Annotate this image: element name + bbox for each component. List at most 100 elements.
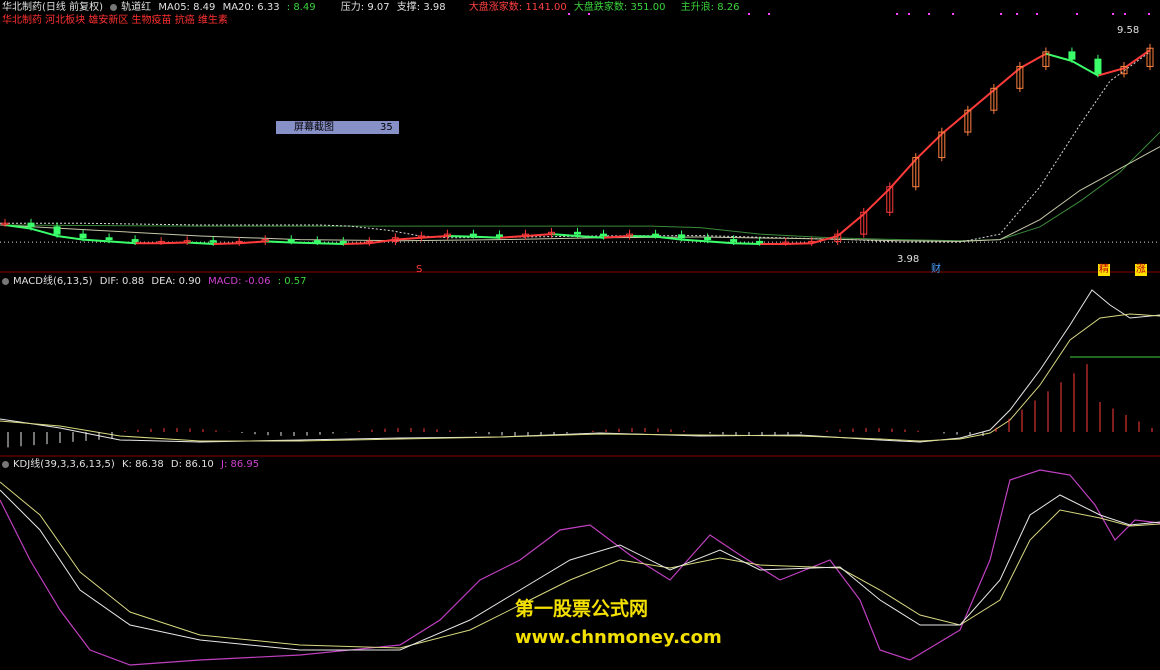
kdj-indicator-icon[interactable] <box>2 461 9 468</box>
ma05-segment <box>1045 52 1073 62</box>
ma05-segment <box>785 242 812 245</box>
low-price-label: 3.98 <box>897 254 920 265</box>
ma05-segment <box>265 240 292 244</box>
up-count-value: 大盘涨家数: 1141.00 <box>468 2 567 13</box>
ma20-value: MA20: 6.33 <box>222 2 280 13</box>
indicator-name[interactable]: 轨道红 <box>121 2 151 13</box>
ma05-segment <box>395 236 422 241</box>
candle-body <box>1094 58 1102 75</box>
ma05-value: MA05: 8.49 <box>158 2 216 13</box>
ma05-segment <box>551 233 578 237</box>
ma05-segment <box>447 234 474 238</box>
pressure-trail <box>0 51 1151 243</box>
ma05-segment <box>187 241 214 245</box>
top-marker <box>952 13 954 15</box>
macd-title[interactable]: MACD线(6,13,5) <box>13 276 93 287</box>
ma05-segment <box>317 242 344 245</box>
stock-name[interactable]: 华北制药(日线 前复权) <box>2 2 103 13</box>
ma05-segment <box>213 242 240 245</box>
stock-chart[interactable] <box>0 0 1160 670</box>
watermark-url: www.chnmoney.com <box>515 627 722 648</box>
macd-dif-line <box>0 289 1160 443</box>
candle-body <box>79 233 87 239</box>
support-value: 支撑: 3.98 <box>396 2 446 13</box>
macd-indicator-icon[interactable] <box>2 278 9 285</box>
macd-header: MACD线(6,13,5) DIF: 0.88 DEA: 0.90 MACD: … <box>2 276 311 288</box>
candle-body <box>600 233 608 237</box>
ma05-segment <box>291 241 318 245</box>
macd-dea: DEA: 0.90 <box>151 276 201 287</box>
ma-long-green <box>0 131 1160 242</box>
ma05-segment <box>239 240 266 245</box>
ma05-segment <box>525 233 552 237</box>
marker-cai: 财 <box>931 264 941 275</box>
candle-body <box>652 233 660 237</box>
candle-body <box>1068 51 1076 60</box>
top-marker <box>1036 13 1038 15</box>
kdj-j: J: 86.95 <box>221 459 260 470</box>
kdj-title[interactable]: KDJ线(39,3,3,6,13,5) <box>13 459 115 470</box>
ma05-segment <box>82 238 110 243</box>
top-marker <box>768 13 770 15</box>
top-marker <box>1076 13 1078 15</box>
ma05-segment <box>889 158 917 190</box>
ma05-segment <box>1019 52 1047 70</box>
ma-extra-value: : 8.49 <box>286 2 316 13</box>
marker-zhang: 涨 <box>1135 264 1147 276</box>
macd-macd: MACD: -0.06 <box>208 276 271 287</box>
candle-body <box>678 234 686 239</box>
top-marker <box>748 13 750 15</box>
candle-body <box>704 237 712 241</box>
kdj-d-line <box>0 481 1160 649</box>
marker-s: S <box>416 264 423 275</box>
ma05-segment <box>343 242 370 245</box>
pressure-value: 压力: 9.07 <box>340 2 390 13</box>
ma05-segment <box>1097 67 1125 77</box>
ma05-segment <box>863 187 891 215</box>
top-marker <box>1148 13 1150 15</box>
candle-body <box>53 226 61 235</box>
candle-body <box>756 240 764 244</box>
ma05-segment <box>629 234 656 238</box>
kdj-header: KDJ线(39,3,3,6,13,5) K: 86.38 D: 86.10 J:… <box>2 459 263 471</box>
top-marker <box>1000 13 1002 15</box>
ma05-segment <box>837 213 865 237</box>
kdj-d: D: 86.10 <box>170 459 214 470</box>
tooltip-label: 屏幕截图 <box>294 122 334 133</box>
screenshot-tooltip: 屏幕截图 35 <box>276 121 399 134</box>
watermark-title: 第一股票公式网 <box>515 598 649 620</box>
down-count-value: 大盘跌家数: 351.00 <box>573 2 666 13</box>
candle-body <box>27 222 35 228</box>
top-marker <box>1016 13 1018 15</box>
marker-jing: 精 <box>1098 264 1110 276</box>
price-header: 华北制药(日线 前复权) 轨道红 MA05: 8.49 MA20: 6.33 :… <box>2 2 743 14</box>
ma05-segment <box>681 238 708 243</box>
candle-body <box>287 239 295 242</box>
ma05-segment <box>707 240 734 245</box>
candle-body <box>574 231 581 235</box>
ma05-segment <box>56 234 84 241</box>
candle-body <box>313 240 321 243</box>
top-marker <box>908 13 910 15</box>
ma05-segment <box>993 67 1021 91</box>
ma05-segment <box>733 242 760 245</box>
top-marker <box>928 13 930 15</box>
candle-body <box>209 240 217 243</box>
ma05-segment <box>161 241 188 245</box>
tooltip-value: 35 <box>380 122 393 133</box>
candle-body <box>131 239 139 242</box>
ma05-segment <box>109 240 136 245</box>
top-marker <box>1112 13 1114 15</box>
candle-body <box>495 234 503 237</box>
candle-body <box>469 233 477 237</box>
ma05-segment <box>915 133 943 161</box>
ma05-segment <box>30 227 58 237</box>
ma05-segment <box>499 234 526 239</box>
top-marker <box>896 13 898 15</box>
macd-dif: DIF: 0.88 <box>99 276 145 287</box>
indicator-icon[interactable] <box>110 4 118 11</box>
top-marker <box>1124 13 1126 15</box>
main-wave-value: 主升浪: 8.26 <box>680 2 740 13</box>
ma05-segment <box>473 235 500 239</box>
kdj-k: K: 86.38 <box>122 459 164 470</box>
